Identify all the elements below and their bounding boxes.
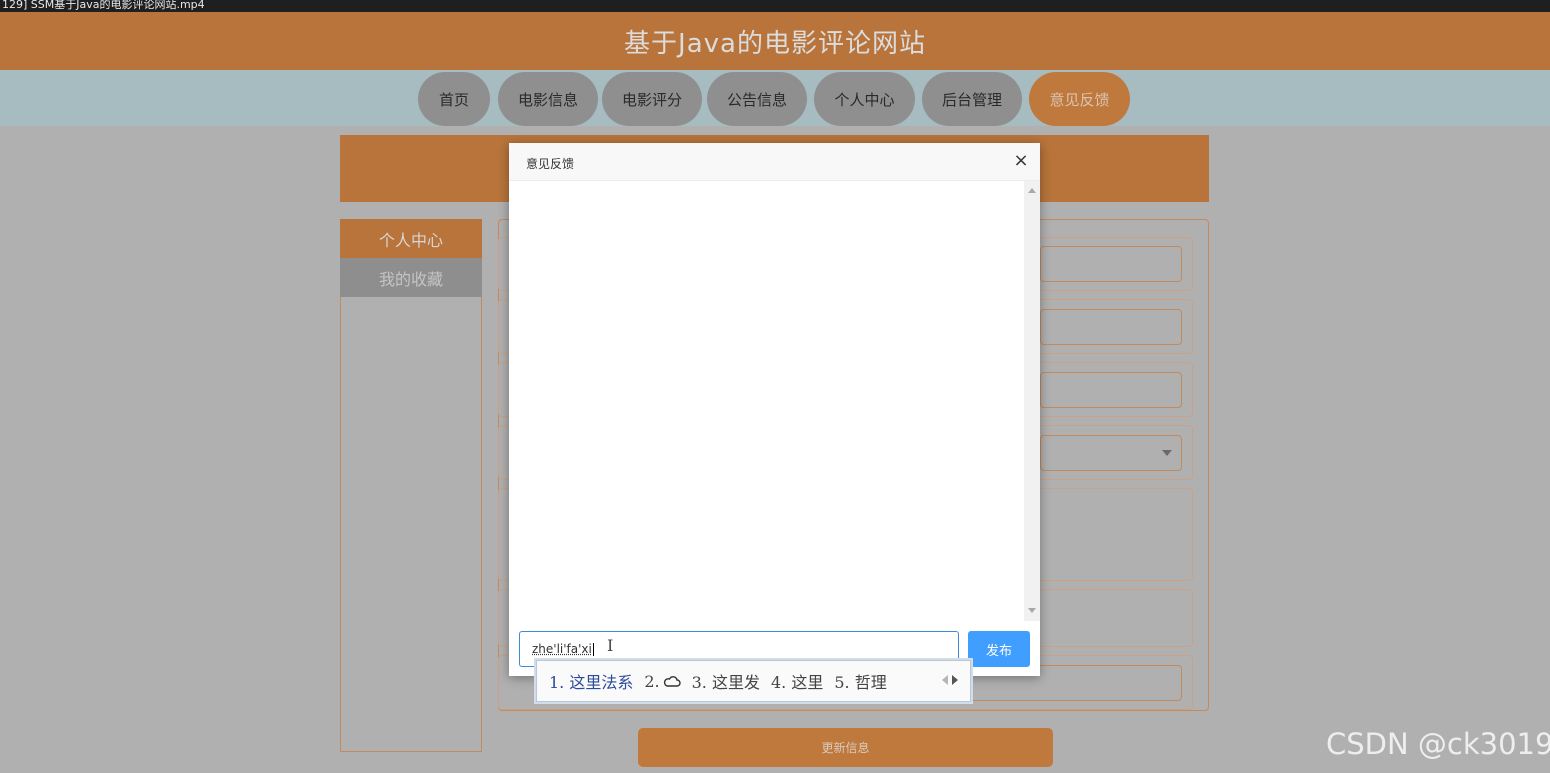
nav-home[interactable]: 首页: [418, 72, 490, 126]
sidebar-item-label: 个人中心: [378, 230, 443, 250]
sidebar: [340, 219, 482, 752]
nav-movie-rating[interactable]: 电影评分: [602, 72, 702, 126]
watermark: CSDN @ck3019: [1326, 727, 1550, 761]
site-header: 基于Java的电影评论网站: [0, 12, 1550, 70]
nav-label: 意见反馈: [1049, 90, 1110, 109]
ime-candidate[interactable]: 2.: [644, 671, 681, 691]
sidebar-item-favorites[interactable]: 我的收藏: [340, 258, 482, 297]
update-info-label: 更新信息: [821, 741, 870, 755]
chevron-down-icon: [1162, 450, 1172, 456]
nav-personal-center[interactable]: 个人中心: [814, 72, 915, 126]
sidebar-item-personal-center[interactable]: 个人中心: [340, 219, 482, 258]
update-info-button[interactable]: 更新信息: [638, 728, 1053, 767]
video-title: 129] SSM基于Java的电影评论网站.mp4: [2, 0, 205, 11]
modal-header: 意见反馈 ×: [509, 143, 1040, 181]
site-title: 基于Java的电影评论网站: [624, 28, 926, 59]
arrow-right-icon[interactable]: [952, 675, 958, 685]
feedback-modal: 意见反馈 × zhe'li'fa'xi I 发布: [509, 143, 1040, 676]
ime-candidate-bar: 1. 这里法系 2. 3. 这里发 4. 这里 5. 哲理: [536, 660, 971, 702]
form-select[interactable]: [1040, 435, 1182, 471]
modal-title: 意见反馈: [526, 157, 575, 171]
ime-candidate[interactable]: 3. 这里发: [692, 669, 760, 693]
send-button[interactable]: 发布: [968, 631, 1030, 667]
scroll-down-icon[interactable]: [1028, 608, 1036, 613]
nav-label: 电影信息: [517, 90, 578, 109]
ime-candidate[interactable]: 5. 哲理: [834, 669, 886, 693]
scroll-up-icon[interactable]: [1028, 188, 1036, 193]
nav-label: 电影评分: [621, 90, 682, 109]
ime-candidate[interactable]: 4. 这里: [771, 669, 823, 693]
arrow-left-icon[interactable]: [942, 675, 948, 685]
sidebar-item-label: 我的收藏: [378, 269, 443, 289]
nav-label: 首页: [438, 90, 469, 109]
ime-page-arrows: [942, 675, 958, 685]
nav-admin[interactable]: 后台管理: [922, 72, 1022, 126]
nav-feedback[interactable]: 意见反馈: [1029, 72, 1130, 126]
nav-label: 后台管理: [941, 90, 1002, 109]
text-caret: [592, 643, 594, 656]
nav-movie-info[interactable]: 电影信息: [498, 72, 598, 126]
nav-label: 公告信息: [726, 90, 787, 109]
close-icon[interactable]: ×: [1011, 151, 1031, 171]
form-input[interactable]: [1040, 309, 1182, 345]
chat-messages-area[interactable]: [509, 181, 1024, 621]
form-input[interactable]: [1040, 246, 1182, 282]
cloud-icon: [663, 675, 681, 687]
text-cursor-icon: I: [607, 636, 614, 655]
input-composition-text: zhe'li'fa'xi: [532, 642, 592, 656]
send-label: 发布: [985, 643, 1012, 659]
ime-candidate-number: 2.: [644, 671, 660, 691]
scrollbar[interactable]: [1024, 181, 1040, 621]
video-title-bar: 129] SSM基于Java的电影评论网站.mp4: [0, 0, 1550, 12]
nav-label: 个人中心: [834, 90, 895, 109]
form-input[interactable]: [1040, 372, 1182, 408]
nav-announcements[interactable]: 公告信息: [707, 72, 807, 126]
ime-candidate[interactable]: 1. 这里法系: [549, 669, 633, 693]
